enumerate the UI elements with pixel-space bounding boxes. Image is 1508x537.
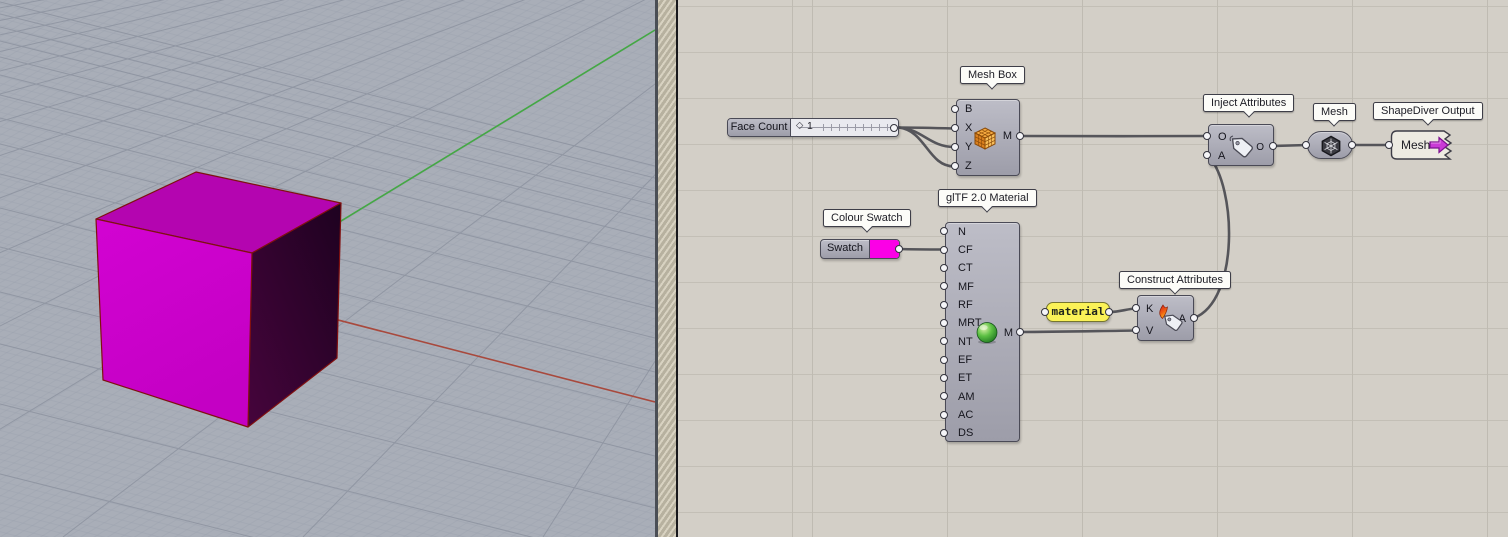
port-label-k: K	[1146, 303, 1153, 316]
wire-slider-to-y[interactable]	[899, 128, 954, 148]
gltf-input-rf-grip[interactable]	[940, 301, 948, 309]
shapediver-input-grip[interactable]	[1385, 141, 1393, 149]
construct-input-k-grip[interactable]	[1132, 304, 1140, 312]
wire-layer	[678, 0, 1508, 537]
gltf-material-icon	[975, 321, 999, 345]
port-label-cf: CF	[958, 244, 973, 257]
port-label-et: ET	[958, 372, 972, 385]
mesh-box-component[interactable]: B X Y Z M	[956, 99, 1020, 176]
mesh-param-component[interactable]	[1307, 131, 1353, 159]
slider-ticks	[823, 124, 892, 131]
mesh-param-icon	[1320, 134, 1342, 158]
shapediver-arrow-icon	[1428, 136, 1450, 154]
text-panel-material[interactable]: material	[1046, 302, 1110, 322]
gltf-input-mrt-grip[interactable]	[940, 319, 948, 327]
panel-input-grip[interactable]	[1041, 308, 1049, 316]
inject-attributes-icon	[1226, 133, 1256, 159]
shapediver-output-tooltip: ShapeDiver Output	[1373, 102, 1483, 120]
gltf-input-mf-grip[interactable]	[940, 282, 948, 290]
wire-slider-to-x[interactable]	[899, 128, 954, 129]
port-label-ac: AC	[958, 409, 973, 422]
gltf-material-tooltip: glTF 2.0 Material	[938, 189, 1037, 207]
colour-swatch-component[interactable]: Swatch	[820, 239, 900, 259]
meshbox-input-x-grip[interactable]	[951, 124, 959, 132]
port-label-v: V	[1146, 325, 1153, 338]
gltf-input-ds-grip[interactable]	[940, 429, 948, 437]
mesh-box-icon	[973, 126, 997, 150]
viewport-canvas-splitter[interactable]	[655, 0, 678, 537]
rhino-viewport[interactable]	[0, 0, 655, 537]
wire-construct-to-inject-a[interactable]	[1194, 157, 1229, 318]
gltf-input-et-grip[interactable]	[940, 374, 948, 382]
mesh-param-input-grip[interactable]	[1302, 141, 1310, 149]
slider-handle[interactable]: ◇	[796, 120, 803, 131]
inject-attributes-tooltip: Inject Attributes	[1203, 94, 1294, 112]
port-label-ds: DS	[958, 427, 973, 440]
gltf-input-nt-grip[interactable]	[940, 337, 948, 345]
gltf-input-ac-grip[interactable]	[940, 411, 948, 419]
colour-swatch-tooltip: Colour Swatch	[823, 209, 911, 227]
gltf-output-m-grip[interactable]	[1016, 328, 1024, 336]
mesh-param-output-grip[interactable]	[1348, 141, 1356, 149]
port-label-m: M	[1003, 130, 1012, 143]
slider-value: 1	[807, 120, 813, 132]
wire-swatch-to-gltf[interactable]	[900, 249, 945, 250]
construct-attributes-component[interactable]: K V A	[1137, 295, 1194, 341]
shapediver-output-label: Mesh	[1401, 138, 1430, 152]
port-label-x: X	[965, 122, 972, 135]
panel-output-grip[interactable]	[1105, 308, 1113, 316]
gltf-input-ef-grip[interactable]	[940, 356, 948, 364]
port-label-nt: NT	[958, 336, 973, 349]
shapediver-output-component[interactable]: Mesh	[1390, 130, 1456, 160]
port-label-mf: MF	[958, 281, 974, 294]
construct-input-v-grip[interactable]	[1132, 326, 1140, 334]
swatch-output-grip[interactable]	[895, 245, 903, 253]
construct-output-a-grip[interactable]	[1190, 314, 1198, 322]
swatch-label: Swatch	[821, 240, 870, 258]
inject-input-o-grip[interactable]	[1203, 132, 1211, 140]
port-label-ct: CT	[958, 262, 973, 275]
gltf-input-n-grip[interactable]	[940, 227, 948, 235]
meshbox-output-m-grip[interactable]	[1016, 132, 1024, 140]
slider-track[interactable]: ◇ 1	[791, 119, 898, 136]
port-label-n: N	[958, 226, 966, 239]
port-label-am: AM	[958, 391, 975, 404]
slider-name-label: Face Count	[728, 119, 791, 136]
construct-attributes-icon	[1154, 304, 1186, 334]
gltf-material-component[interactable]: N CF CT MF RF MRT NT EF ET AM AC DS M	[945, 222, 1020, 442]
inject-attributes-component[interactable]: O A O	[1208, 124, 1274, 166]
grasshopper-canvas[interactable]: Face Count ◇ 1 Mesh Box B X Y Z M	[678, 0, 1508, 537]
port-label-ef: EF	[958, 354, 972, 367]
mesh-param-tooltip: Mesh	[1313, 103, 1356, 121]
port-label-a-in: A	[1218, 150, 1225, 163]
port-label-m-out: M	[1004, 327, 1013, 340]
slider-output-grip[interactable]	[890, 124, 898, 132]
gltf-input-cf-grip[interactable]	[940, 246, 948, 254]
inject-input-a-grip[interactable]	[1203, 151, 1211, 159]
mesh-box-tooltip: Mesh Box	[960, 66, 1025, 84]
wire-slider-to-z[interactable]	[899, 128, 954, 167]
gltf-input-ct-grip[interactable]	[940, 264, 948, 272]
port-label-z: Z	[965, 160, 972, 173]
wire-gltf-to-construct-v[interactable]	[1020, 331, 1137, 333]
gltf-input-am-grip[interactable]	[940, 392, 948, 400]
construct-attributes-tooltip: Construct Attributes	[1119, 271, 1231, 289]
viewport-scene	[0, 0, 655, 537]
port-label-o-out: O	[1256, 141, 1264, 154]
meshbox-input-b-grip[interactable]	[951, 105, 959, 113]
inject-output-o-grip[interactable]	[1269, 142, 1277, 150]
rhino-grasshopper-window: Face Count ◇ 1 Mesh Box B X Y Z M	[0, 0, 1508, 537]
port-label-b: B	[965, 103, 972, 116]
port-label-rf: RF	[958, 299, 973, 312]
number-slider-face-count[interactable]: Face Count ◇ 1	[727, 118, 899, 137]
port-label-y: Y	[965, 141, 972, 154]
